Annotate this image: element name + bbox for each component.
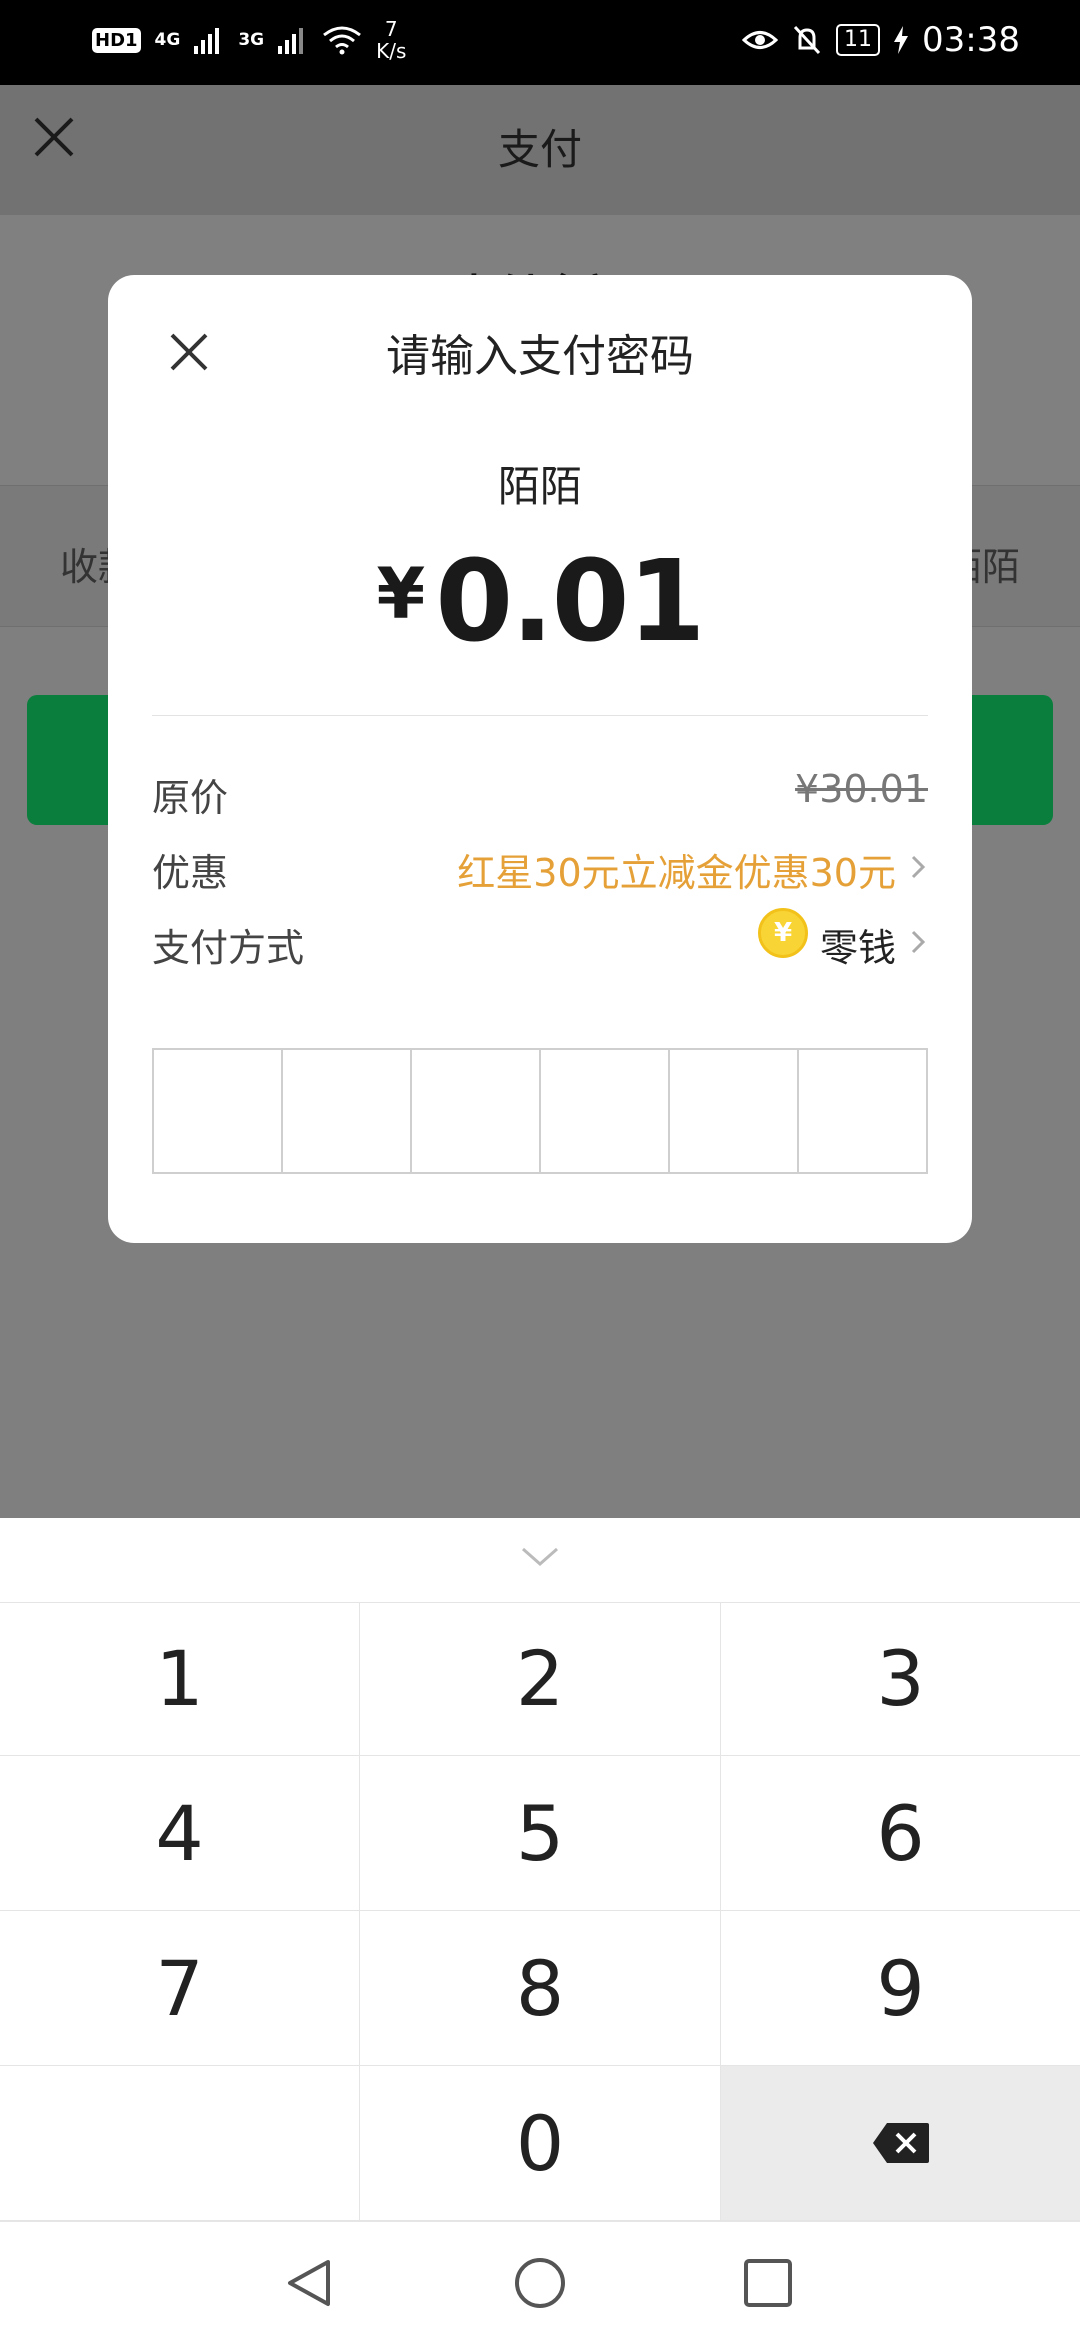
amount-value: 0.01	[435, 537, 705, 667]
payment-method-label: 支付方式	[152, 926, 305, 970]
key-5[interactable]: 5	[360, 1756, 721, 1911]
original-price-label: 原价	[152, 776, 229, 820]
payee-name: 陌陌	[497, 462, 582, 511]
signal-icon	[194, 28, 220, 54]
key-4[interactable]: 4	[0, 1756, 360, 1911]
key-0[interactable]: 0	[360, 2066, 721, 2221]
signal-icon-2	[278, 28, 304, 54]
delete-key[interactable]	[721, 2066, 1080, 2221]
password-digit-cell	[412, 1050, 541, 1172]
discount-value: 红星30元立减金优惠30元	[457, 851, 896, 895]
dialog-title: 请输入支付密码	[386, 331, 694, 382]
password-digit-cell	[670, 1050, 799, 1172]
password-dialog: 请输入支付密码 陌陌 ¥0.01 原价 ¥30.01 优惠 红星30元立减金优惠…	[108, 275, 972, 1243]
wallet-coin-icon: ¥	[758, 908, 808, 958]
system-nav-bar	[0, 2221, 1080, 2341]
chevron-right-icon	[911, 855, 926, 879]
eye-icon	[742, 31, 779, 49]
divider	[152, 715, 928, 716]
recents-icon[interactable]	[741, 2256, 795, 2310]
payment-method-value: 零钱	[819, 926, 896, 970]
payment-method-row[interactable]: 支付方式 ¥ 零钱	[152, 908, 928, 972]
battery-indicator: 11	[836, 24, 881, 56]
home-icon[interactable]	[513, 2256, 567, 2310]
password-digit-cell	[541, 1050, 670, 1172]
password-digit-cell	[154, 1050, 283, 1172]
wifi-icon	[323, 26, 362, 55]
password-input[interactable]	[152, 1048, 928, 1174]
discount-row[interactable]: 优惠 红星30元立减金优惠30元	[152, 837, 928, 897]
chevron-right-icon	[911, 930, 926, 954]
status-bar: HD1 4G 3G 7 K/s 11 03:38	[0, 0, 1080, 85]
network-4g-label: 4G	[154, 30, 181, 50]
key-2[interactable]: 2	[360, 1602, 721, 1756]
key-1[interactable]: 1	[0, 1602, 360, 1756]
clock: 03:38	[922, 20, 1020, 60]
original-price-row: 原价 ¥30.01	[152, 762, 928, 822]
collapse-keyboard-button[interactable]	[0, 1518, 1080, 1603]
key-3[interactable]: 3	[721, 1602, 1080, 1756]
page-header: 支付	[0, 85, 1080, 215]
hd-indicator: HD1	[92, 27, 141, 53]
network-speed: 7 K/s	[376, 17, 407, 63]
page-title: 支付	[497, 125, 582, 174]
backspace-icon	[872, 2123, 929, 2163]
key-7[interactable]: 7	[0, 1911, 360, 2066]
currency-symbol: ¥	[376, 553, 426, 635]
discount-label: 优惠	[152, 851, 229, 895]
mute-bell-icon	[793, 25, 821, 55]
key-8[interactable]: 8	[360, 1911, 721, 2066]
payment-amount: ¥0.01	[108, 537, 972, 667]
key-blank	[0, 2066, 360, 2221]
password-digit-cell	[283, 1050, 412, 1172]
password-digit-cell	[799, 1050, 926, 1172]
network-3g-label: 3G	[238, 30, 265, 50]
key-6[interactable]: 6	[721, 1756, 1080, 1911]
numeric-keypad: 1 2 3 4 5 6 7 8 9 0	[0, 1518, 1080, 2221]
chevron-down-icon	[522, 1547, 558, 1567]
original-price-value: ¥30.01	[795, 767, 928, 811]
charging-icon	[894, 26, 909, 54]
key-9[interactable]: 9	[721, 1911, 1080, 2066]
back-icon[interactable]	[282, 2256, 336, 2310]
